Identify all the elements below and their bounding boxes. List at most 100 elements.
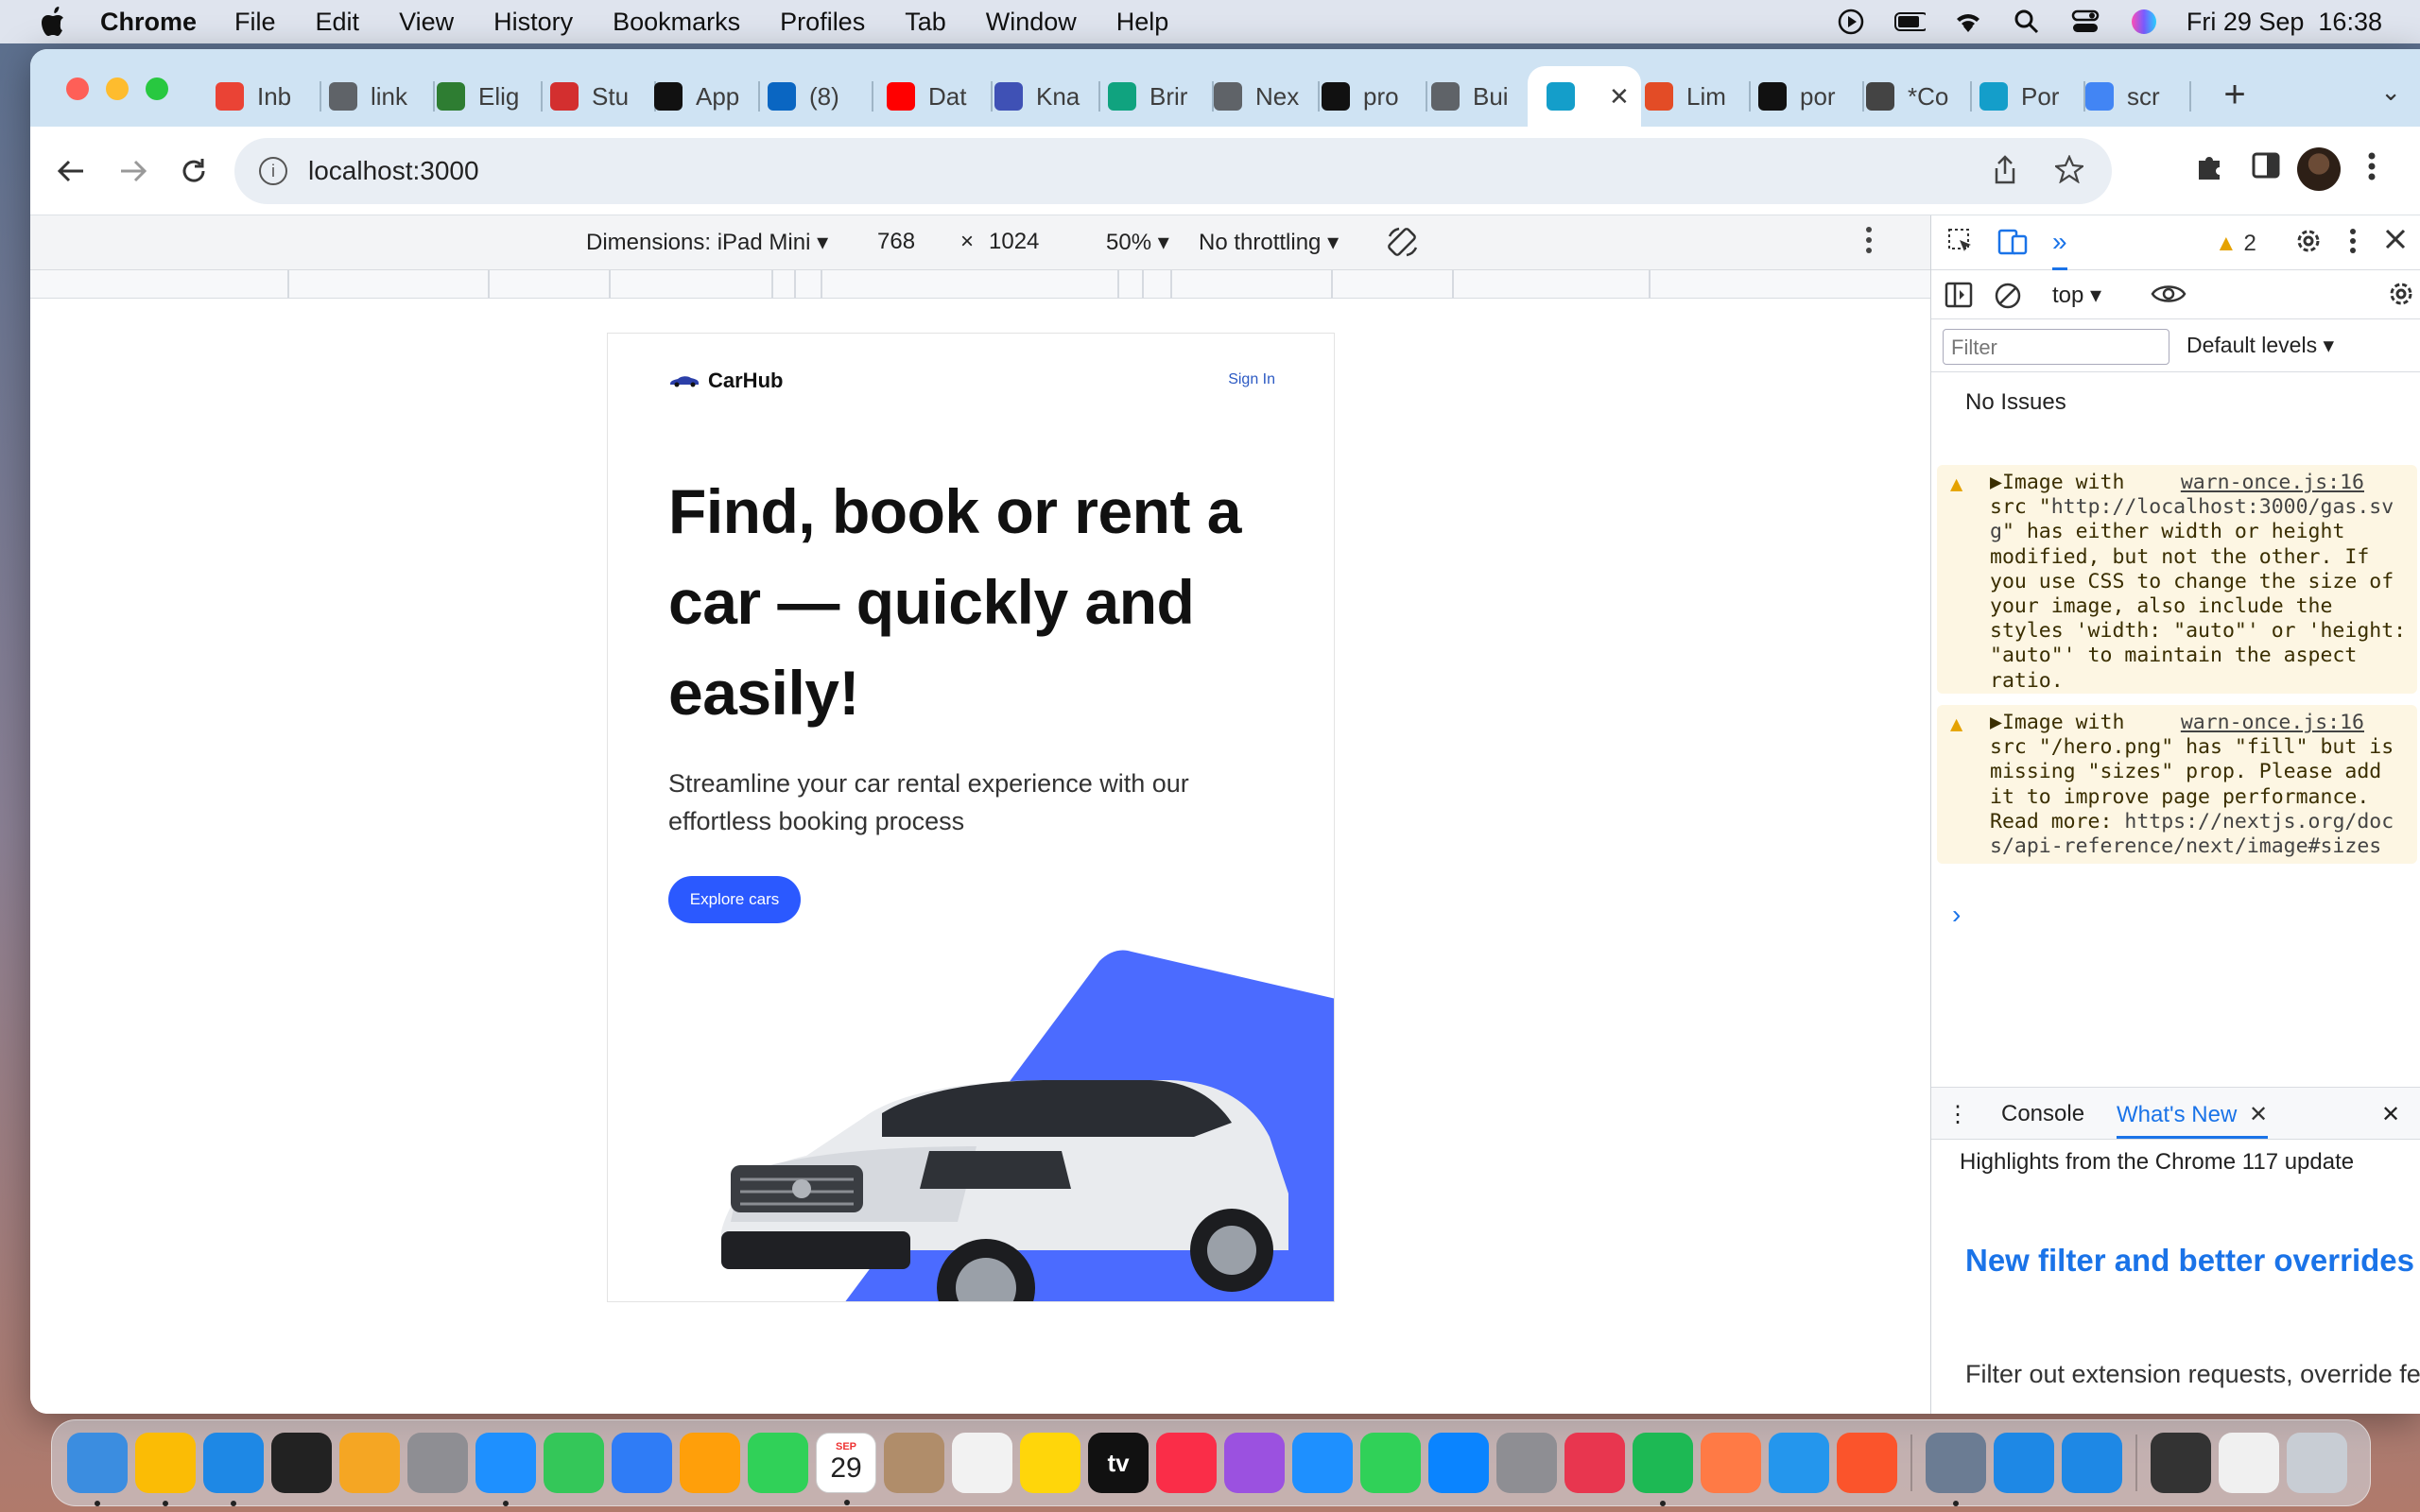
drawer-kebab-icon[interactable]: ⋮ bbox=[1946, 1101, 1969, 1128]
browser-tab[interactable]: (8) bbox=[768, 66, 873, 127]
devtools-kebab-icon[interactable] bbox=[2349, 227, 2357, 262]
site-info-icon[interactable]: i bbox=[259, 157, 287, 185]
menu-clock[interactable]: Fri 29 Sep 16:38 bbox=[2187, 8, 2382, 37]
podcasts-icon[interactable] bbox=[1224, 1433, 1285, 1493]
device-toggle-icon[interactable] bbox=[1997, 227, 2028, 262]
window-thumbnail-icon[interactable] bbox=[2151, 1433, 2211, 1493]
new-tab-button[interactable]: + bbox=[2214, 74, 2256, 115]
messages-icon[interactable] bbox=[544, 1433, 604, 1493]
terminal-icon[interactable] bbox=[271, 1433, 332, 1493]
mail-icon[interactable] bbox=[612, 1433, 672, 1493]
height-input[interactable]: 1024 bbox=[989, 229, 1039, 255]
media-query-bar[interactable] bbox=[30, 270, 1930, 299]
browser-tab[interactable]: link bbox=[329, 66, 435, 127]
music-icon[interactable] bbox=[1156, 1433, 1217, 1493]
system-settings-icon[interactable] bbox=[1496, 1433, 1557, 1493]
close-devtools-icon[interactable] bbox=[2383, 227, 2408, 258]
photos-icon[interactable] bbox=[680, 1433, 740, 1493]
menu-bookmarks[interactable]: Bookmarks bbox=[613, 8, 740, 37]
vscode-icon[interactable] bbox=[203, 1433, 264, 1506]
devtools-settings-gear-icon[interactable] bbox=[2294, 227, 2323, 262]
finder-icon[interactable] bbox=[67, 1433, 128, 1506]
vscode-icon-2[interactable] bbox=[1994, 1433, 2054, 1493]
appstore-icon[interactable] bbox=[1428, 1433, 1489, 1493]
console-settings-gear-icon[interactable] bbox=[2387, 280, 2415, 315]
contacts-icon[interactable] bbox=[884, 1433, 944, 1493]
menu-app-name[interactable]: Chrome bbox=[100, 8, 197, 37]
browser-tab[interactable]: ✕ bbox=[1528, 66, 1641, 127]
document-thumbnail-icon[interactable] bbox=[2219, 1433, 2279, 1493]
spotlight-search-icon[interactable] bbox=[2011, 8, 2043, 36]
close-tab-icon[interactable]: ✕ bbox=[1609, 82, 1630, 112]
preview-icon[interactable] bbox=[1926, 1433, 1986, 1506]
wifi-icon[interactable] bbox=[1952, 8, 1984, 36]
width-input[interactable]: 768 bbox=[877, 229, 915, 255]
trash-icon[interactable] bbox=[2287, 1433, 2347, 1493]
side-panel-icon[interactable] bbox=[2252, 151, 2280, 187]
browser-tab[interactable]: pro bbox=[1322, 66, 1427, 127]
context-selector[interactable]: top ▾ bbox=[2052, 282, 2101, 309]
bookmark-star-icon[interactable] bbox=[2053, 154, 2085, 193]
safari-icon[interactable] bbox=[475, 1433, 536, 1506]
menu-tab[interactable]: Tab bbox=[905, 8, 946, 37]
close-tab-icon[interactable]: ✕ bbox=[2249, 1102, 2268, 1127]
forward-arrow-icon[interactable] bbox=[112, 149, 155, 193]
browser-tab[interactable]: Nex bbox=[1214, 66, 1320, 127]
reminders-icon[interactable] bbox=[952, 1433, 1012, 1493]
menu-profiles[interactable]: Profiles bbox=[780, 8, 865, 37]
address-url[interactable]: localhost:3000 bbox=[308, 156, 479, 186]
play-circle-icon[interactable] bbox=[1835, 8, 1867, 36]
control-center-icon[interactable] bbox=[2069, 8, 2101, 36]
browser-tab[interactable]: Bui bbox=[1431, 66, 1537, 127]
sign-in-link[interactable]: Sign In bbox=[1228, 371, 1275, 388]
console-prompt-chevron-icon[interactable]: › bbox=[1952, 900, 1961, 930]
menu-history[interactable]: History bbox=[493, 8, 573, 37]
apple-icon[interactable] bbox=[38, 5, 72, 39]
expand-triangle-icon[interactable]: ▶ bbox=[1990, 711, 2002, 734]
throttling-dropdown[interactable]: No throttling ▾ bbox=[1199, 229, 1339, 256]
warning-source-link[interactable]: warn-once.js:16 bbox=[2181, 471, 2364, 495]
back-arrow-icon[interactable] bbox=[49, 149, 93, 193]
browser-tab[interactable]: Kna bbox=[994, 66, 1100, 127]
profile-avatar[interactable] bbox=[2297, 147, 2341, 191]
browser-tab[interactable]: Brir bbox=[1108, 66, 1214, 127]
docker-icon[interactable] bbox=[1769, 1433, 1829, 1493]
calendar-icon[interactable]: SEP 29 bbox=[816, 1433, 876, 1505]
close-drawer-icon[interactable]: ✕ bbox=[2381, 1101, 2400, 1128]
zoom-dropdown[interactable]: 50% ▾ bbox=[1106, 229, 1169, 256]
browser-tab[interactable]: Lim bbox=[1645, 66, 1751, 127]
menu-file[interactable]: File bbox=[234, 8, 276, 37]
share-icon[interactable] bbox=[1993, 155, 2017, 193]
more-panels-chevron-icon[interactable]: » bbox=[2052, 227, 2067, 270]
whats-new-title-link[interactable]: New filter and better overrides in Netwo… bbox=[1965, 1242, 2420, 1280]
dimensions-dropdown[interactable]: Dimensions: iPad Mini ▾ bbox=[586, 229, 828, 256]
vscode-icon-3[interactable] bbox=[2062, 1433, 2122, 1493]
browser-tab[interactable]: Stu bbox=[550, 66, 656, 127]
address-bar[interactable]: i localhost:3000 bbox=[234, 138, 2112, 204]
minimize-window-button[interactable] bbox=[106, 77, 129, 100]
rotate-icon[interactable] bbox=[1386, 225, 1420, 266]
sidebar-toggle-icon[interactable] bbox=[1945, 282, 1973, 315]
siri-icon[interactable] bbox=[2128, 8, 2160, 36]
chrome-menu-kebab-icon[interactable] bbox=[2367, 151, 2377, 189]
browser-tab[interactable]: *Co bbox=[1866, 66, 1972, 127]
browser-tab[interactable]: scr bbox=[2085, 66, 2191, 127]
clear-console-icon[interactable] bbox=[1994, 282, 2022, 317]
pen-tool-icon[interactable] bbox=[1701, 1433, 1761, 1493]
chrome-icon[interactable] bbox=[135, 1433, 196, 1506]
warnings-counter[interactable]: ▲ 2 bbox=[2215, 231, 2256, 257]
console-warning-message[interactable]: ▲ ▶Image with warn-once.js:16 src "http:… bbox=[1937, 465, 2417, 694]
close-window-button[interactable] bbox=[66, 77, 89, 100]
browser-tab[interactable]: App bbox=[654, 66, 760, 127]
console-filter-input[interactable]: Filter bbox=[1943, 329, 2169, 365]
browser-tab[interactable]: Dat bbox=[887, 66, 993, 127]
sublime-icon[interactable] bbox=[339, 1433, 400, 1493]
appletv-icon[interactable]: tv bbox=[1088, 1433, 1149, 1493]
numbers-icon[interactable] bbox=[1360, 1433, 1421, 1493]
browser-tab[interactable]: Inb bbox=[216, 66, 321, 127]
menu-help[interactable]: Help bbox=[1116, 8, 1169, 37]
inspect-element-icon[interactable] bbox=[1946, 227, 1975, 262]
expand-triangle-icon[interactable]: ▶ bbox=[1990, 471, 2002, 494]
creative-cloud-icon[interactable] bbox=[1564, 1433, 1625, 1493]
console-warning-message[interactable]: ▲ ▶Image with warn-once.js:16 src "/hero… bbox=[1937, 705, 2417, 864]
